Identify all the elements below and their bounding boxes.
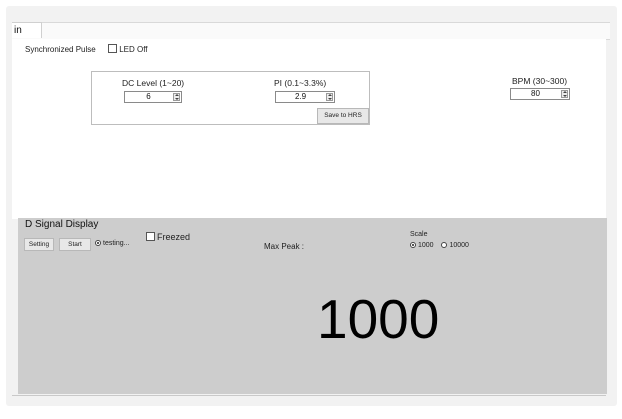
tab-main-label: in xyxy=(14,25,22,36)
scale-1000-radio[interactable] xyxy=(410,242,416,248)
scale-1000-label: 1000 xyxy=(418,242,434,249)
scale-options: 1000 10000 xyxy=(410,242,469,249)
scale-10000-label: 10000 xyxy=(449,242,469,249)
led-off-checkbox[interactable] xyxy=(108,44,118,53)
pi-label: PI (0.1~3.3%) xyxy=(274,78,327,88)
max-peak-label: Max Peak : xyxy=(264,242,305,251)
pi-spinner[interactable]: 2.9 xyxy=(275,91,335,103)
tab-main[interactable]: in xyxy=(12,22,42,38)
bpm-spinner[interactable]: 80 xyxy=(510,88,570,100)
bottom-divider xyxy=(12,395,606,396)
scale-label: Scale xyxy=(410,231,428,238)
testing-option[interactable]: testing... xyxy=(95,240,129,247)
testing-radio[interactable] xyxy=(95,240,101,246)
start-button[interactable]: Start xyxy=(59,238,91,251)
sync-pulse-label: Synchronized Pulse xyxy=(25,45,96,54)
scale-10000-radio[interactable] xyxy=(441,242,448,248)
sync-row: Synchronized Pulse LED Off xyxy=(25,44,148,54)
bpm-value: 80 xyxy=(531,89,540,98)
bpm-label: BPM (30~300) xyxy=(512,76,568,86)
spinner-arrows-icon[interactable] xyxy=(173,93,180,101)
dc-level-label: DC Level (1~20) xyxy=(122,78,185,88)
save-to-hrs-button[interactable]: Save to HRS xyxy=(317,108,369,124)
led-off-label: LED Off xyxy=(119,45,148,54)
freezed-checkbox[interactable] xyxy=(146,232,155,241)
spinner-arrows-icon[interactable] xyxy=(326,93,333,101)
testing-label: testing... xyxy=(103,240,130,247)
freezed-label: Freezed xyxy=(157,232,191,242)
dc-level-spinner[interactable]: 6 xyxy=(124,91,182,103)
settings-panel xyxy=(12,39,606,219)
spinner-arrows-icon[interactable] xyxy=(561,90,568,98)
signal-display-title: D Signal Display xyxy=(25,219,99,230)
dc-level-value: 6 xyxy=(146,92,151,101)
signal-value-display: 1000 xyxy=(317,288,440,350)
tab-strip xyxy=(12,22,610,40)
freezed-option[interactable]: Freezed xyxy=(146,232,190,242)
pi-value: 2.9 xyxy=(294,92,307,101)
setting-button[interactable]: Setting xyxy=(24,238,54,251)
